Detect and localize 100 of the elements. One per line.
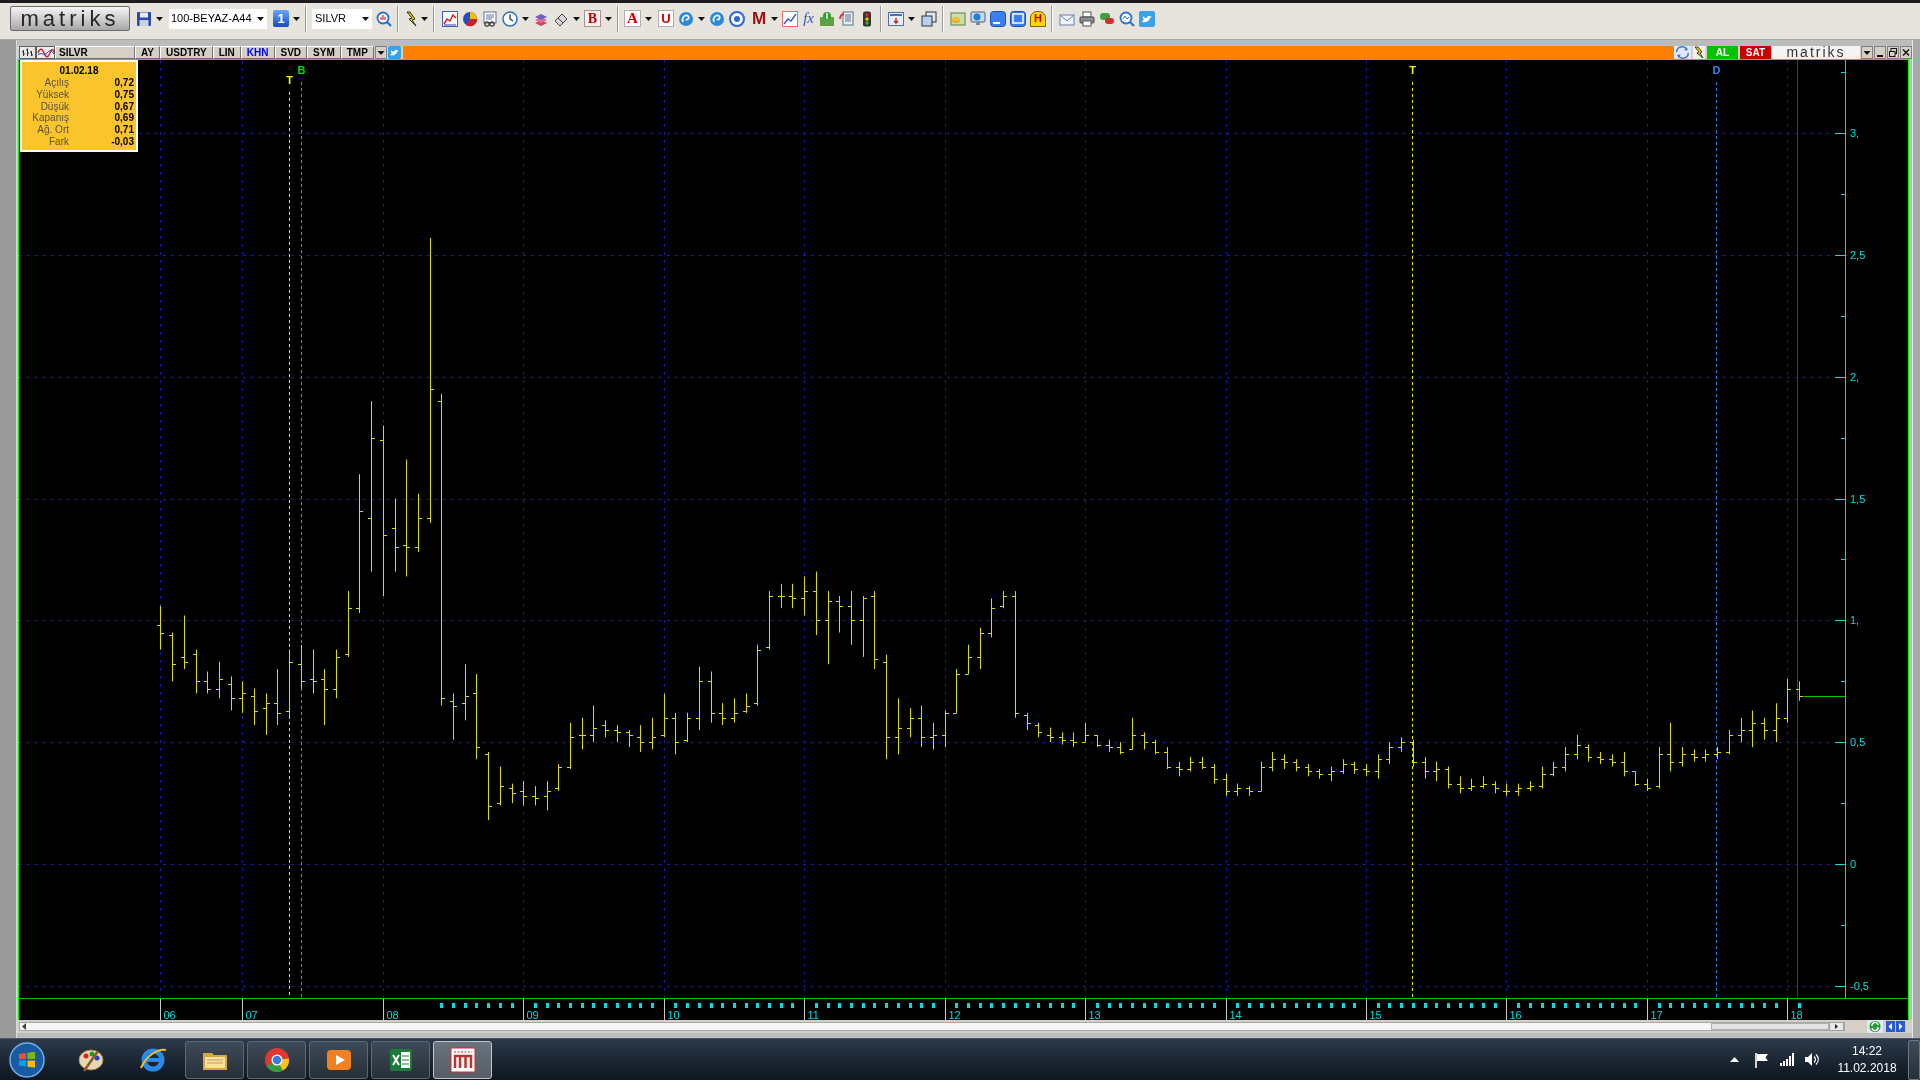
pie-chart-icon[interactable] bbox=[462, 10, 478, 27]
arrow-right-icon[interactable] bbox=[1829, 1022, 1844, 1031]
clock-icon[interactable] bbox=[502, 10, 518, 27]
caret-icon[interactable] bbox=[771, 16, 779, 21]
caret-icon[interactable] bbox=[293, 16, 300, 21]
taskbar-button[interactable] bbox=[185, 1040, 244, 1079]
page-button[interactable]: 1 bbox=[273, 10, 289, 27]
search-icon[interactable] bbox=[1119, 10, 1135, 27]
arrow-left-icon[interactable] bbox=[20, 1022, 28, 1031]
lightning-icon[interactable] bbox=[406, 10, 417, 27]
axis-label: 2, bbox=[1850, 370, 1860, 383]
toolbar-button[interactable]: A bbox=[624, 10, 641, 27]
toolbar-button[interactable]: B bbox=[584, 10, 601, 27]
axis-label: 2,5 bbox=[1850, 248, 1866, 261]
toolbar-button[interactable]: U bbox=[658, 10, 674, 27]
app-logo-icon[interactable] bbox=[447, 1044, 478, 1075]
scrollbar-thumb[interactable] bbox=[1711, 1023, 1829, 1030]
restore-icon[interactable] bbox=[1887, 46, 1899, 59]
taskbar-button[interactable] bbox=[371, 1040, 430, 1079]
caret-up-icon[interactable] bbox=[1730, 1057, 1739, 1062]
signal-icon[interactable] bbox=[1780, 1053, 1795, 1066]
refresh-icon[interactable] bbox=[1867, 1020, 1883, 1033]
line-chart-icon[interactable] bbox=[442, 10, 458, 27]
info-value: 0,71 bbox=[113, 124, 135, 136]
caret-icon[interactable] bbox=[645, 16, 652, 21]
taskbar-button[interactable] bbox=[433, 1040, 492, 1079]
caret-down-icon[interactable] bbox=[1861, 46, 1873, 59]
chart-tab[interactable]: KHN bbox=[240, 46, 275, 59]
printer-icon[interactable] bbox=[1079, 10, 1095, 27]
symbol-combo[interactable]: SILVR bbox=[312, 8, 372, 29]
axis-label: 11 bbox=[807, 1009, 819, 1020]
search-icon[interactable] bbox=[376, 10, 392, 27]
toolbar-button[interactable]: H bbox=[1030, 10, 1046, 27]
chart-tab[interactable]: USDTRY bbox=[160, 46, 213, 59]
chart-tab[interactable]: AY bbox=[135, 46, 160, 59]
axis-label: 06 bbox=[163, 1009, 176, 1020]
bar-chart-icon[interactable] bbox=[19, 46, 36, 59]
chat-icon[interactable] bbox=[1099, 10, 1115, 27]
documents-icon[interactable] bbox=[839, 10, 855, 27]
show-desktop-button[interactable] bbox=[1908, 1039, 1920, 1080]
speaker-icon[interactable] bbox=[1804, 1052, 1820, 1067]
window-icon[interactable] bbox=[1010, 10, 1026, 27]
chart-tab[interactable]: LIN bbox=[212, 46, 241, 59]
current-price-line bbox=[1803, 696, 1846, 697]
caret-icon[interactable] bbox=[573, 16, 580, 21]
info-label: Fark bbox=[48, 136, 69, 148]
horizontal-scrollbar[interactable] bbox=[19, 1022, 1845, 1031]
caret-icon[interactable] bbox=[421, 16, 428, 21]
axis-label: 16 bbox=[1509, 1009, 1522, 1020]
axis-label: 0 bbox=[1850, 858, 1857, 870]
layout-icon[interactable] bbox=[888, 10, 904, 27]
axis-label: 1,5 bbox=[1850, 492, 1866, 505]
info-label: Ağ. Ort bbox=[36, 124, 69, 136]
wave-icon[interactable] bbox=[36, 46, 55, 59]
taskbar-button[interactable] bbox=[309, 1040, 368, 1079]
info-label: Kapanış bbox=[31, 112, 69, 125]
layout-combo[interactable]: 100-BEYAZ-A44 bbox=[169, 8, 267, 29]
chart-tab[interactable]: TMP bbox=[340, 46, 374, 59]
toolbar-button[interactable]: M bbox=[751, 10, 768, 27]
caret-icon[interactable] bbox=[362, 16, 369, 21]
caret-icon[interactable] bbox=[908, 16, 915, 21]
trend-chart-icon[interactable] bbox=[782, 10, 799, 27]
sell-button[interactable]: SAT bbox=[1740, 46, 1771, 59]
info-value: 0,72 bbox=[113, 77, 135, 89]
toolbar-button[interactable]: fx bbox=[802, 10, 815, 27]
caret-icon[interactable] bbox=[522, 16, 529, 21]
close-icon[interactable] bbox=[1900, 46, 1912, 59]
disc-icon[interactable] bbox=[729, 10, 745, 27]
info-value: 0,69 bbox=[113, 112, 135, 125]
flag-icon[interactable] bbox=[1754, 1051, 1770, 1068]
stacked-windows-icon[interactable] bbox=[921, 10, 937, 27]
caret-icon[interactable] bbox=[257, 16, 264, 21]
info-value: 0,67 bbox=[113, 100, 135, 113]
lightning-icon[interactable] bbox=[1693, 46, 1705, 59]
caret-icon[interactable] bbox=[698, 16, 705, 21]
swirl-icon[interactable] bbox=[678, 10, 694, 27]
caret-icon[interactable] bbox=[156, 16, 163, 21]
arrow-right-icon[interactable] bbox=[1896, 1021, 1905, 1032]
symbol-label: SILVR bbox=[55, 46, 135, 59]
info-date: 01.02.18 bbox=[58, 64, 100, 77]
info-value: -0,03 bbox=[110, 136, 135, 148]
window-icon[interactable] bbox=[990, 10, 1006, 27]
arrow-left-icon[interactable] bbox=[1886, 1021, 1895, 1032]
chart-tab[interactable]: SVD bbox=[274, 46, 308, 59]
save-icon[interactable] bbox=[136, 10, 152, 27]
taskbar-button[interactable] bbox=[247, 1040, 306, 1079]
swirl-icon[interactable] bbox=[709, 10, 725, 27]
axis-label: 13 bbox=[1088, 1009, 1101, 1020]
monitor-icon[interactable] bbox=[970, 10, 986, 27]
money-icon[interactable] bbox=[819, 10, 835, 27]
axis-label: 07 bbox=[245, 1009, 258, 1020]
start-icon[interactable] bbox=[8, 1040, 46, 1079]
bird-icon[interactable] bbox=[1139, 10, 1155, 27]
chart-tab[interactable]: SYM bbox=[307, 46, 341, 59]
caret-down-icon[interactable] bbox=[374, 46, 387, 59]
app-logo: matriks bbox=[10, 6, 130, 31]
document-icon[interactable] bbox=[482, 10, 498, 27]
axis-label: 09 bbox=[526, 1009, 539, 1020]
minimize-icon[interactable] bbox=[1874, 46, 1886, 59]
caret-icon[interactable] bbox=[605, 16, 612, 21]
